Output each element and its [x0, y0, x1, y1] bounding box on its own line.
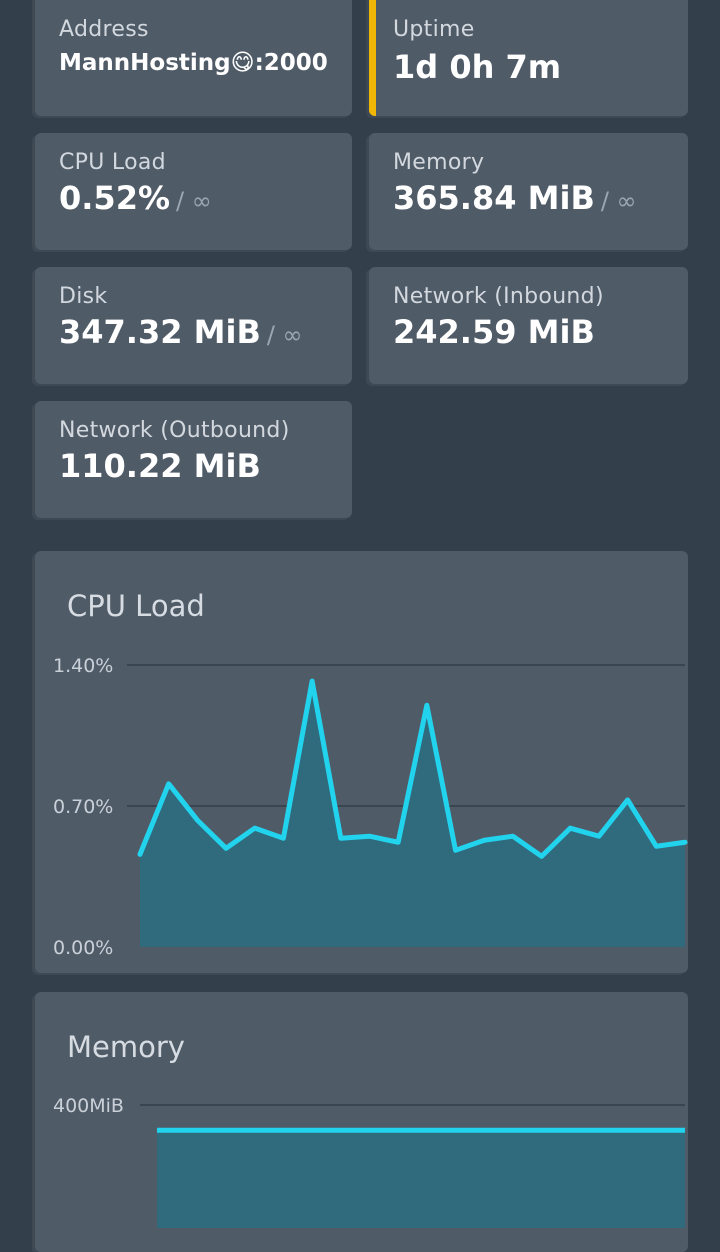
disk-limit: / ∞: [266, 321, 303, 349]
network-outbound-value: 110.22 MiB: [59, 447, 261, 485]
memory-area: [157, 1130, 685, 1228]
network-inbound-label: Network (Inbound): [393, 284, 604, 309]
cpu-load-chart-card: CPU Load 0.00% 0.70% 1.40%: [35, 551, 688, 973]
cpu-load-value-group: 0.52% / ∞: [59, 179, 212, 217]
cpu-load-value: 0.52%: [59, 179, 171, 217]
address-label: Address: [59, 17, 149, 42]
disk-label: Disk: [59, 284, 108, 309]
uptime-card: Uptime 1d 0h 7m: [369, 0, 688, 116]
cpu-load-label: CPU Load: [59, 150, 166, 175]
memory-value-group: 365.84 MiB / ∞: [393, 179, 637, 217]
network-inbound-card: Network (Inbound) 242.59 MiB: [369, 267, 688, 384]
cpu-load-card: CPU Load 0.52% / ∞: [35, 133, 352, 250]
cpu-load-chart: 0.00% 0.70% 1.40%: [53, 655, 688, 959]
cpu-load-limit: / ∞: [176, 187, 212, 215]
cpu-y-tick-label: 0.00%: [53, 937, 113, 959]
memory-value: 365.84 MiB: [393, 179, 595, 217]
disk-card: Disk 347.32 MiB / ∞: [35, 267, 352, 384]
memory-limit: / ∞: [600, 187, 637, 215]
uptime-label: Uptime: [393, 17, 475, 42]
memory-label: Memory: [393, 150, 485, 175]
address-card: Address MannHosting😋:2000: [35, 0, 352, 116]
cpu-y-tick-label: 0.70%: [53, 796, 113, 818]
memory-card: Memory 365.84 MiB / ∞: [369, 133, 688, 250]
cpu-y-tick-label: 1.40%: [53, 655, 113, 677]
disk-value-group: 347.32 MiB / ∞: [59, 313, 303, 351]
disk-value: 347.32 MiB: [59, 313, 261, 351]
address-value: MannHosting😋:2000: [59, 50, 328, 76]
network-outbound-label: Network (Outbound): [59, 418, 290, 443]
memory-chart: 400MiB: [53, 1095, 685, 1228]
memory-chart-card: Memory 400MiB: [35, 992, 688, 1252]
uptime-accent-bar: [369, 0, 376, 116]
network-outbound-card: Network (Outbound) 110.22 MiB: [35, 401, 352, 518]
memory-y-tick-label: 400MiB: [53, 1095, 124, 1117]
network-inbound-value: 242.59 MiB: [393, 313, 595, 351]
uptime-value: 1d 0h 7m: [393, 48, 562, 86]
cpu-area: [140, 681, 685, 947]
